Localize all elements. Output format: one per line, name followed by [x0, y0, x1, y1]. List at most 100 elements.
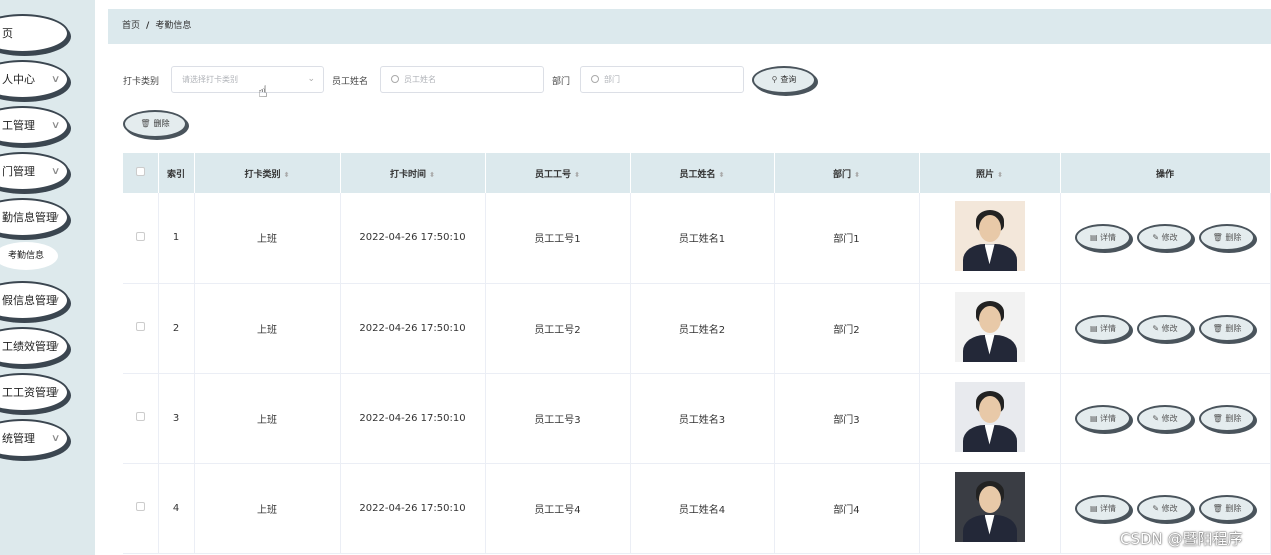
sort-icon[interactable]: ⬍	[429, 171, 435, 179]
breadcrumb-separator: /	[146, 21, 150, 31]
sort-icon[interactable]: ⬍	[854, 171, 860, 179]
row-actions: ▤ 详情 ✎ 修改 🗑 删除	[1061, 314, 1270, 342]
col-header-emp-no[interactable]: 员工工号 ⬍	[485, 153, 631, 193]
col-header-dept[interactable]: 部门 ⬍	[774, 153, 920, 193]
cell-photo	[919, 373, 1061, 464]
batch-delete-button[interactable]: 🗑 删除	[123, 110, 187, 138]
sidebar: 页人中心 ∨ 工管理 ∨ 门管理 ∨ 勤信息管理 ∨ 假信息管理 ∨ 工绩效管理 ∨ 工工资管理 ∨ 统管理…	[0, 0, 95, 555]
delete-button[interactable]: 🗑 删除	[1199, 314, 1255, 342]
sidebar-item[interactable]: 门管理 ∨	[0, 152, 69, 191]
chevron-down-icon: ∨	[50, 341, 61, 352]
cell-name: 员工姓名1	[630, 193, 775, 284]
employee-photo[interactable]	[954, 471, 1025, 542]
detail-button[interactable]: ▤ 详情	[1075, 404, 1131, 432]
sidebar-item[interactable]: 统管理 ∨	[0, 419, 69, 458]
sidebar-item[interactable]: 工工资管理 ∨	[0, 373, 69, 412]
col-header-label: 打卡时间	[390, 169, 427, 180]
type-select[interactable]: 请选择打卡类别 ⌄	[171, 66, 324, 93]
sidebar-item[interactable]: 页	[0, 14, 69, 53]
select-all-cell	[123, 153, 159, 193]
detail-button-label: 详情	[1100, 413, 1117, 423]
cell-time: 2022-04-26 17:50:10	[340, 463, 486, 554]
cell-dept: 部门3	[774, 373, 920, 464]
detail-button[interactable]: ▤ 详情	[1075, 224, 1131, 252]
table-row: 4 上班 2022-04-26 17:50:10 员工工号4 员工姓名4 部门4 ▤ 详情 ✎…	[123, 463, 1271, 554]
row-checkbox[interactable]	[135, 412, 145, 421]
sort-icon[interactable]: ⬍	[997, 171, 1003, 179]
cell-emp-no: 员工工号3	[485, 373, 631, 464]
edit-button-label: 修改	[1161, 233, 1178, 243]
sort-icon[interactable]: ⬍	[719, 171, 725, 179]
edit-button[interactable]: ✎ 修改	[1137, 224, 1193, 252]
employee-photo[interactable]	[954, 201, 1025, 272]
sidebar-item-label: 工管理	[2, 119, 35, 132]
sort-icon[interactable]: ⬍	[284, 171, 290, 179]
sidebar-item[interactable]: 假信息管理 ∨	[0, 281, 69, 320]
chevron-down-icon: ∨	[50, 166, 61, 177]
row-checkbox[interactable]	[135, 502, 145, 511]
sidebar-item[interactable]: 工管理 ∨	[0, 106, 69, 145]
sidebar-item-label: 工绩效管理	[2, 340, 57, 353]
edit-button-label: 修改	[1161, 323, 1178, 333]
edit-button[interactable]: ✎ 修改	[1137, 404, 1193, 432]
attendance-table: 索引 打卡类别 ⬍ 打卡时间 ⬍ 员工工号 ⬍ 员工姓名 ⬍ 部门 ⬍ 照片 ⬍ 操作 1上…	[123, 153, 1271, 554]
col-header-photo[interactable]: 照片 ⬍	[919, 153, 1061, 193]
sidebar-item[interactable]: 勤信息管理 ∨	[0, 198, 69, 237]
dept-input[interactable]: 部门	[580, 66, 744, 93]
row-checkbox[interactable]	[135, 231, 145, 241]
dept-input-placeholder: 部门	[604, 75, 620, 84]
detail-button[interactable]: ▤ 详情	[1075, 494, 1131, 522]
sidebar-subitem-attendance[interactable]: 考勤信息	[0, 242, 58, 270]
type-label: 打卡类别	[123, 77, 160, 87]
sidebar-item[interactable]: 人中心 ∨	[0, 60, 69, 99]
chevron-down-icon: ∨	[50, 295, 61, 306]
hand-cursor-icon: ☝	[258, 82, 268, 101]
employee-photo[interactable]	[954, 381, 1025, 452]
col-header-label: 打卡类别	[244, 169, 281, 180]
table-row: 2 上班 2022-04-26 17:50:10 员工工号2 员工姓名2 部门2 ▤ 详情 ✎…	[123, 283, 1271, 374]
delete-button[interactable]: 🗑 删除	[1199, 224, 1255, 252]
photo-head-shape	[978, 395, 1001, 423]
cell-emp-no: 员工工号2	[485, 283, 631, 374]
chevron-down-icon: ∨	[50, 212, 61, 223]
cell-type: 上班	[194, 283, 341, 374]
detail-button-label: 详情	[1100, 233, 1117, 243]
cell-dept: 部门1	[774, 193, 920, 284]
chevron-down-icon: ∨	[50, 387, 61, 398]
employee-photo[interactable]	[954, 291, 1025, 362]
cell-dept: 部门4	[774, 463, 920, 554]
sort-icon[interactable]: ⬍	[574, 171, 580, 179]
cell-photo	[919, 193, 1061, 284]
col-header-name[interactable]: 员工姓名 ⬍	[630, 153, 775, 193]
col-header-type[interactable]: 打卡类别 ⬍	[194, 153, 341, 193]
row-checkbox[interactable]	[135, 322, 145, 331]
trash-icon: 🗑	[140, 119, 151, 128]
select-all-checkbox[interactable]	[135, 167, 145, 176]
cell-name: 员工姓名3	[630, 373, 775, 464]
document-icon: ▤	[1089, 233, 1101, 243]
breadcrumb: 首页 / 考勤信息	[108, 9, 1271, 44]
sidebar-item-label: 勤信息管理	[2, 211, 57, 224]
delete-button[interactable]: 🗑 删除	[1199, 404, 1255, 432]
row-select-cell	[123, 193, 159, 284]
query-button[interactable]: ⚲ 查询	[752, 66, 816, 94]
delete-button[interactable]: 🗑 删除	[1199, 494, 1255, 522]
detail-button-label: 详情	[1100, 323, 1117, 333]
pencil-icon: ✎	[1152, 503, 1162, 513]
edit-button[interactable]: ✎ 修改	[1137, 314, 1193, 342]
trash-icon: 🗑	[1212, 503, 1226, 513]
sidebar-item[interactable]: 工绩效管理 ∨	[0, 327, 69, 366]
col-header-label: 员工工号	[535, 169, 572, 180]
col-header-label: 员工姓名	[679, 169, 716, 180]
breadcrumb-home[interactable]: 首页	[122, 21, 140, 31]
name-input[interactable]: 员工姓名	[380, 66, 544, 93]
document-icon: ▤	[1089, 413, 1101, 423]
name-label: 员工姓名	[332, 77, 369, 87]
cell-photo	[919, 283, 1061, 374]
edit-button[interactable]: ✎ 修改	[1137, 494, 1193, 522]
detail-button[interactable]: ▤ 详情	[1075, 314, 1131, 342]
chevron-down-icon: ∨	[50, 120, 61, 131]
col-header-time[interactable]: 打卡时间 ⬍	[340, 153, 486, 193]
detail-button-label: 详情	[1100, 503, 1117, 513]
document-icon: ▤	[1089, 323, 1101, 333]
